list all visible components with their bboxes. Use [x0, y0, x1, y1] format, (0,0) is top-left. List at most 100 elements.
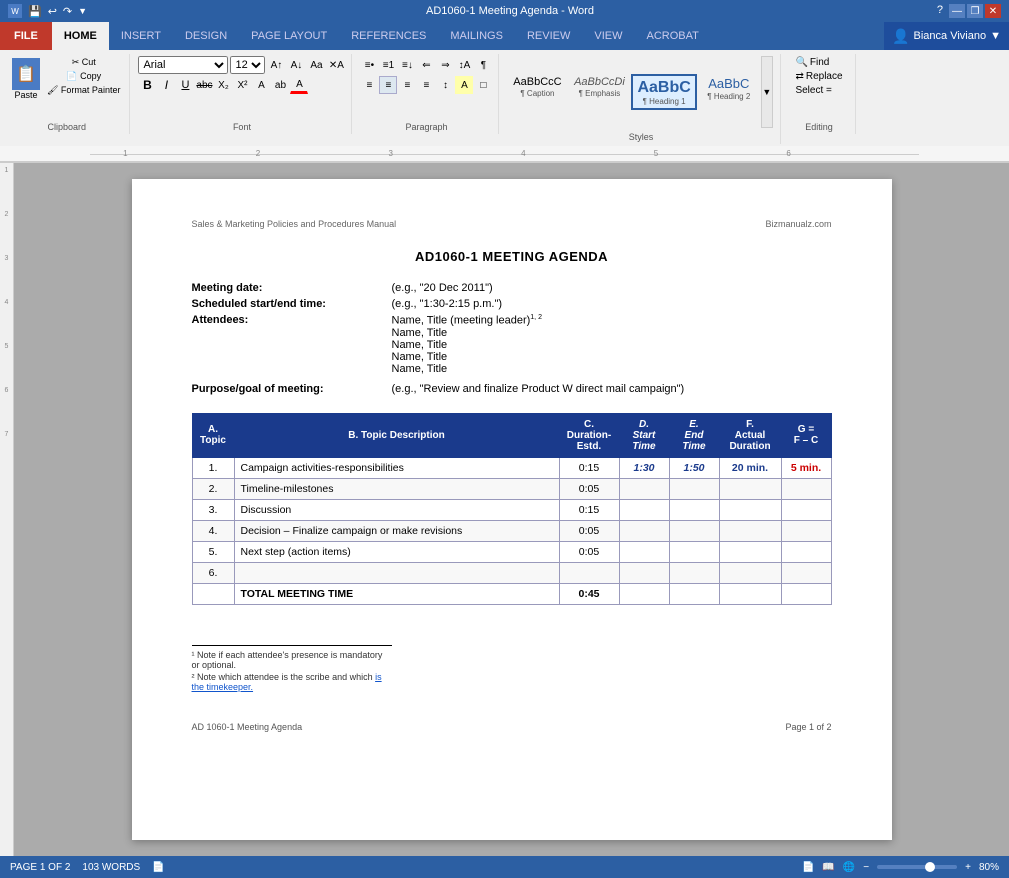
- zoom-slider[interactable]: [877, 865, 957, 869]
- align-right-btn[interactable]: ≡: [398, 76, 416, 94]
- replace-button[interactable]: ⇄ Replace: [789, 70, 848, 83]
- purpose-label: Purpose/goal of meeting:: [192, 383, 392, 395]
- bullets-btn[interactable]: ≡•: [360, 56, 378, 74]
- editing-group: 🔍 Find ⇄ Replace Select = Editing: [783, 54, 855, 134]
- zoom-level[interactable]: 80%: [979, 862, 999, 873]
- view-read-btn[interactable]: 📖: [822, 862, 834, 873]
- redo-btn[interactable]: ↷: [63, 5, 72, 18]
- grow-font-btn[interactable]: A↑: [267, 56, 285, 74]
- sort-btn[interactable]: ↕A: [455, 56, 473, 74]
- paste-icon: 📋: [12, 58, 40, 90]
- main-area: 1 2 3 4 5 6 7 Sales & Marketing Policies…: [0, 163, 1009, 856]
- align-center-btn[interactable]: ≡: [379, 76, 397, 94]
- close-btn[interactable]: ✕: [985, 4, 1001, 18]
- style-caption[interactable]: AaBbCcC ¶ Caption: [507, 74, 567, 100]
- undo-btn[interactable]: ↩: [48, 5, 57, 18]
- row2-desc: Timeline-milestones: [234, 478, 559, 499]
- numbering-btn[interactable]: ≡1: [379, 56, 397, 74]
- tab-view[interactable]: VIEW: [582, 22, 634, 50]
- change-case-btn[interactable]: Aa: [307, 56, 325, 74]
- para-bottom-row: ≡ ≡ ≡ ≡ ↕ A □: [360, 76, 492, 94]
- user-dropdown[interactable]: ▼: [990, 30, 1001, 42]
- row5-start: [619, 541, 669, 562]
- format-painter-button[interactable]: 🖌 Format Painter: [44, 84, 123, 97]
- user-icon: 👤: [892, 28, 909, 45]
- minimize-btn[interactable]: —: [949, 4, 965, 18]
- underline-btn[interactable]: U: [176, 76, 194, 94]
- tab-design[interactable]: DESIGN: [173, 22, 239, 50]
- document-page: Sales & Marketing Policies and Procedure…: [132, 179, 892, 840]
- tab-home[interactable]: HOME: [52, 22, 109, 50]
- line-spacing-btn[interactable]: ↕: [436, 76, 454, 94]
- tab-review[interactable]: REVIEW: [515, 22, 582, 50]
- border-btn[interactable]: □: [474, 76, 492, 94]
- total-start: [619, 583, 669, 604]
- tab-acrobat[interactable]: ACROBAT: [634, 22, 710, 50]
- shading-btn[interactable]: A: [455, 76, 473, 94]
- view-web-btn[interactable]: 🌐: [843, 862, 855, 873]
- text-highlight-btn[interactable]: ab: [271, 76, 289, 94]
- status-right: 📄 📖 🌐 − + 80%: [802, 862, 999, 873]
- table-row: 2. Timeline-milestones 0:05: [192, 478, 831, 499]
- tab-references[interactable]: REFERENCES: [339, 22, 438, 50]
- row6-num: 6.: [192, 562, 234, 583]
- cut-button[interactable]: ✂ Cut: [44, 56, 123, 69]
- restore-btn[interactable]: ❐: [967, 4, 983, 18]
- align-left-btn[interactable]: ≡: [360, 76, 378, 94]
- zoom-plus-btn[interactable]: +: [965, 862, 971, 873]
- clipboard-label: Clipboard: [4, 122, 129, 132]
- word-icon: W: [8, 4, 22, 18]
- select-button[interactable]: Select =: [789, 84, 848, 97]
- justify-btn[interactable]: ≡: [417, 76, 435, 94]
- document-area[interactable]: Sales & Marketing Policies and Procedure…: [14, 163, 1009, 856]
- tab-file[interactable]: FILE: [0, 22, 52, 50]
- text-effects-btn[interactable]: A: [252, 76, 270, 94]
- italic-btn[interactable]: I: [157, 76, 175, 94]
- attendee-4: Name, Title: [392, 351, 832, 363]
- user-name: Bianca Viviano: [914, 30, 987, 42]
- row1-duration: 0:15: [559, 457, 619, 478]
- zoom-thumb: [925, 862, 935, 872]
- shrink-font-btn[interactable]: A↓: [287, 56, 305, 74]
- editing-label: Editing: [783, 122, 854, 132]
- styles-scroll-btn[interactable]: ▼: [761, 56, 773, 128]
- paste-button[interactable]: 📋 Paste: [10, 56, 42, 102]
- increase-indent-btn[interactable]: ⇒: [436, 56, 454, 74]
- style-heading1[interactable]: AaBbC ¶ Heading 1: [631, 74, 696, 110]
- row4-start: [619, 520, 669, 541]
- tab-page-layout[interactable]: PAGE LAYOUT: [239, 22, 339, 50]
- font-color-btn[interactable]: A: [290, 76, 308, 94]
- help-btn[interactable]: ?: [933, 4, 947, 18]
- decrease-indent-btn[interactable]: ⇐: [417, 56, 435, 74]
- row4-diff: [781, 520, 831, 541]
- style-emphasis[interactable]: AaBbCcDi ¶ Emphasis: [569, 74, 629, 100]
- zoom-minus-btn[interactable]: −: [863, 862, 869, 873]
- replace-label: Replace: [806, 71, 843, 82]
- clear-format-btn[interactable]: ✕A: [327, 56, 345, 74]
- show-marks-btn[interactable]: ¶: [474, 56, 492, 74]
- subscript-btn[interactable]: X₂: [214, 76, 232, 94]
- doc-check-icon[interactable]: 📄: [152, 862, 164, 873]
- font-name-select[interactable]: Arial: [138, 56, 228, 74]
- page-footer: AD 1060-1 Meeting Agenda Page 1 of 2: [192, 722, 832, 732]
- style-heading2[interactable]: AaBbC ¶ Heading 2: [699, 74, 759, 103]
- more-btn[interactable]: ▼: [78, 6, 87, 16]
- tab-mailings[interactable]: MAILINGS: [438, 22, 515, 50]
- row2-num: 2.: [192, 478, 234, 499]
- row2-start: [619, 478, 669, 499]
- copy-button[interactable]: 📄 Copy: [44, 70, 123, 83]
- view-layout-btn[interactable]: 📄: [802, 862, 814, 873]
- col-e-header: E.EndTime: [669, 413, 719, 457]
- heading2-preview: AaBbC: [708, 76, 749, 92]
- multilevel-btn[interactable]: ≡↓: [398, 56, 416, 74]
- row5-actual: [719, 541, 781, 562]
- bold-btn[interactable]: B: [138, 76, 156, 94]
- tab-insert[interactable]: INSERT: [109, 22, 173, 50]
- save-btn[interactable]: 💾: [28, 5, 42, 18]
- font-size-select[interactable]: 12: [230, 56, 265, 74]
- find-button[interactable]: 🔍 Find: [789, 56, 848, 69]
- strikethrough-btn[interactable]: abc: [195, 76, 213, 94]
- superscript-btn[interactable]: X²: [233, 76, 251, 94]
- window-controls: ? — ❐ ✕: [933, 4, 1001, 18]
- row4-duration: 0:05: [559, 520, 619, 541]
